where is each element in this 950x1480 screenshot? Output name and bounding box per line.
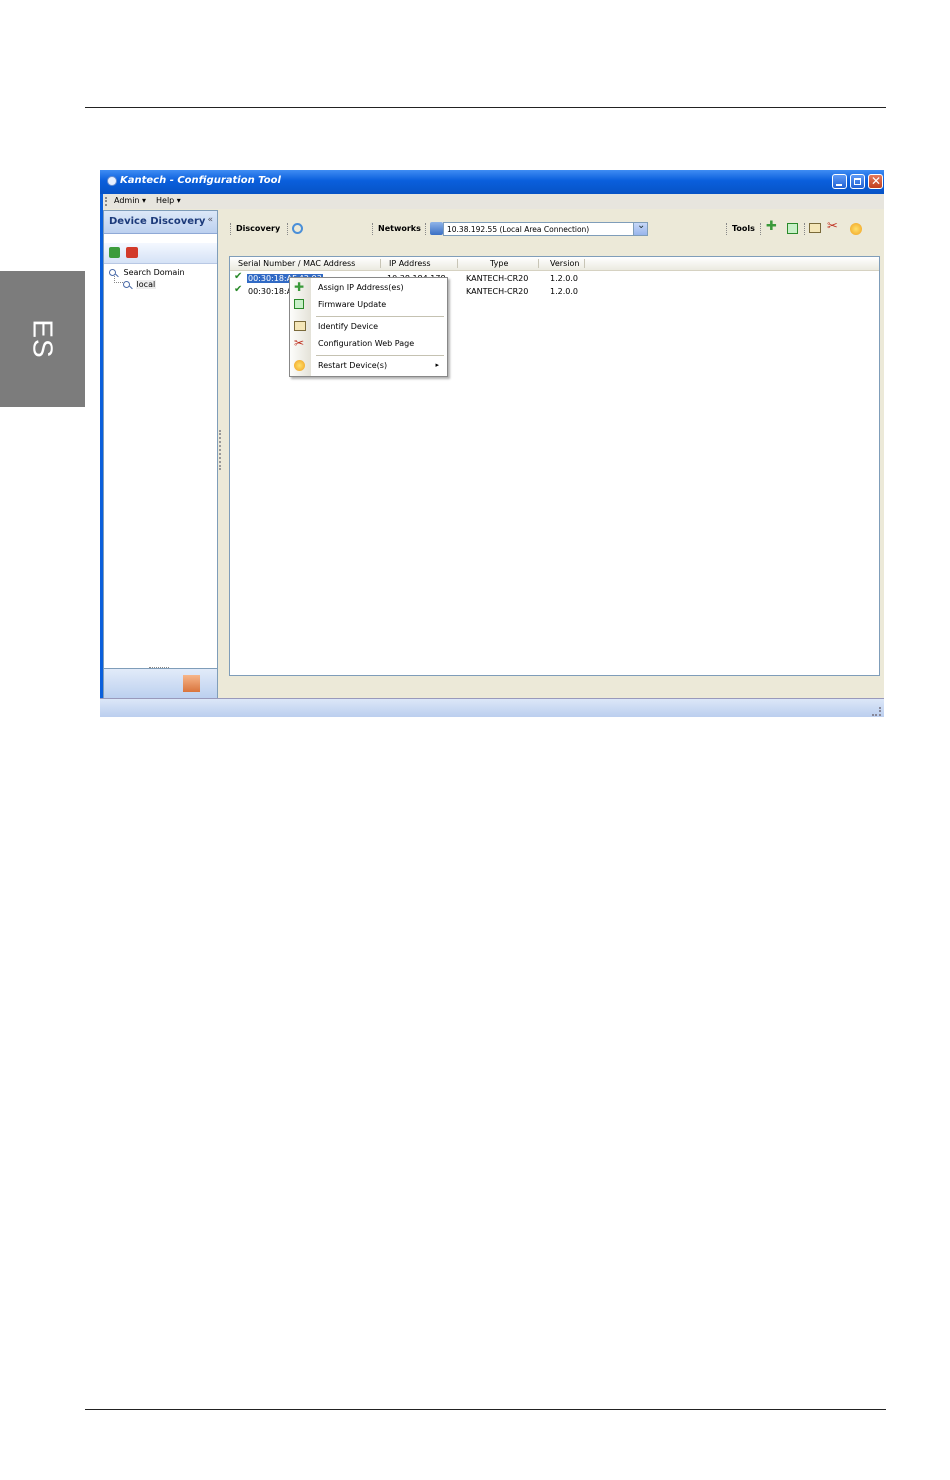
- network-select[interactable]: 10.38.192.55 (Local Area Connection): [443, 220, 648, 236]
- cell-type: KANTECH-CR20: [466, 287, 529, 296]
- panel-header: Device Discovery «: [104, 211, 217, 234]
- network-icon: [430, 222, 443, 235]
- tree-item-local[interactable]: local: [123, 280, 157, 289]
- submenu-arrow-icon: ▸: [435, 361, 439, 369]
- status-bar: [100, 698, 884, 717]
- firmware-update-icon[interactable]: [787, 223, 798, 234]
- menu-item-restart-device[interactable]: Restart Device(s) ▸: [290, 358, 447, 373]
- tools-label: Tools: [732, 224, 755, 233]
- config-web-page-icon[interactable]: ✂: [827, 219, 840, 234]
- menu-item-label: Configuration Web Page: [318, 339, 415, 348]
- bottom-rule: [85, 1409, 886, 1410]
- language-tab-label: ES: [27, 319, 59, 359]
- tree-connector: [114, 276, 123, 283]
- cell-serial: 00:30:18:A: [248, 287, 293, 296]
- main-toolbar: Discovery Networks 10.38.192.55 (Local A…: [224, 217, 881, 241]
- cell-version: 1.2.0.0: [550, 274, 578, 283]
- menu-item-assign-ip[interactable]: ✚ Assign IP Address(es): [290, 280, 447, 295]
- menu-item-label: Restart Device(s): [318, 361, 388, 370]
- discovery-label: Discovery: [236, 224, 281, 233]
- tree-root-label: Search Domain: [123, 268, 185, 277]
- menu-admin[interactable]: Admin ▾: [114, 196, 146, 205]
- add-domain-icon[interactable]: [109, 247, 120, 258]
- toolbar-separator: [287, 223, 289, 235]
- networks-label: Networks: [378, 224, 421, 233]
- column-ip[interactable]: IP Address: [389, 259, 431, 268]
- column-type[interactable]: Type: [490, 259, 508, 268]
- identify-device-icon: [294, 321, 306, 331]
- toolbar-separator: [804, 223, 806, 235]
- app-icon: [107, 176, 117, 186]
- cell-type: KANTECH-CR20: [466, 274, 529, 283]
- toolbar-separator: [726, 223, 728, 235]
- menu-grip: [105, 197, 109, 206]
- maximize-button[interactable]: [850, 174, 865, 189]
- search-icon: [123, 281, 130, 288]
- column-divider[interactable]: [584, 259, 585, 268]
- resize-grip-icon[interactable]: [872, 707, 881, 716]
- panel-title: Device Discovery: [109, 216, 206, 227]
- close-icon: ✕: [871, 174, 882, 188]
- search-icon: [109, 269, 116, 276]
- identify-device-icon[interactable]: [809, 223, 821, 233]
- collapse-icon[interactable]: «: [207, 215, 213, 225]
- cell-version: 1.2.0.0: [550, 287, 578, 296]
- list-header: Serial Number / MAC Address IP Address T…: [230, 257, 879, 271]
- menu-bar: Admin ▾ Help ▾: [100, 194, 884, 209]
- toolbar-separator: [760, 223, 762, 235]
- column-divider[interactable]: [457, 259, 458, 268]
- network-select-value: 10.38.192.55 (Local Area Connection): [447, 225, 590, 234]
- menu-help-label: Help: [156, 196, 175, 205]
- menu-help[interactable]: Help ▾: [156, 196, 181, 205]
- title-bar[interactable]: Kantech - Configuration Tool ✕: [100, 170, 884, 194]
- column-serial[interactable]: Serial Number / MAC Address: [238, 259, 355, 268]
- menu-admin-label: Admin: [114, 196, 140, 205]
- menu-item-label: Assign IP Address(es): [318, 283, 404, 292]
- tree-child-label: local: [135, 280, 157, 289]
- panel-bottom-bar: [103, 667, 218, 699]
- toolbar-separator: [372, 223, 374, 235]
- menu-item-firmware-update[interactable]: Firmware Update: [290, 297, 447, 312]
- menu-separator: [316, 316, 444, 317]
- assign-ip-icon: ✚: [294, 280, 305, 294]
- check-icon: ✔: [234, 271, 243, 282]
- device-discovery-panel: Device Discovery « Search Domain local: [103, 210, 218, 700]
- app-window: Kantech - Configuration Tool ✕ Admin ▾ H…: [100, 170, 884, 717]
- panel-button-icon[interactable]: [183, 675, 200, 692]
- firmware-update-icon: [294, 299, 304, 309]
- close-button[interactable]: ✕: [868, 174, 883, 189]
- column-version[interactable]: Version: [550, 259, 579, 268]
- menu-item-label: Identify Device: [318, 322, 379, 331]
- check-icon: ✔: [234, 284, 243, 295]
- top-rule: [85, 107, 886, 108]
- menu-item-identify-device[interactable]: Identify Device: [290, 319, 447, 334]
- restart-device-icon: [294, 360, 305, 371]
- assign-ip-icon[interactable]: ✚: [766, 219, 779, 234]
- menu-item-config-web-page[interactable]: ✂ Configuration Web Page: [290, 336, 447, 351]
- language-tab: ES: [0, 271, 85, 407]
- menu-separator: [316, 355, 444, 356]
- toolbar-separator: [425, 223, 427, 235]
- window-title: Kantech - Configuration Tool: [120, 175, 281, 186]
- remove-domain-icon[interactable]: [126, 247, 138, 258]
- chevron-down-icon[interactable]: [633, 220, 647, 235]
- refresh-icon[interactable]: [292, 223, 303, 234]
- restart-device-icon[interactable]: [850, 223, 862, 235]
- config-web-page-icon: ✂: [294, 336, 305, 350]
- context-menu: ✚ Assign IP Address(es) Firmware Update …: [289, 277, 448, 377]
- panel-toolbar: [104, 243, 217, 264]
- column-divider[interactable]: [380, 259, 381, 268]
- minimize-button[interactable]: [832, 174, 847, 189]
- resize-grip[interactable]: [149, 667, 169, 668]
- pane-splitter[interactable]: [219, 430, 224, 470]
- toolbar-separator: [230, 223, 232, 235]
- menu-item-label: Firmware Update: [318, 300, 387, 309]
- column-divider[interactable]: [538, 259, 539, 268]
